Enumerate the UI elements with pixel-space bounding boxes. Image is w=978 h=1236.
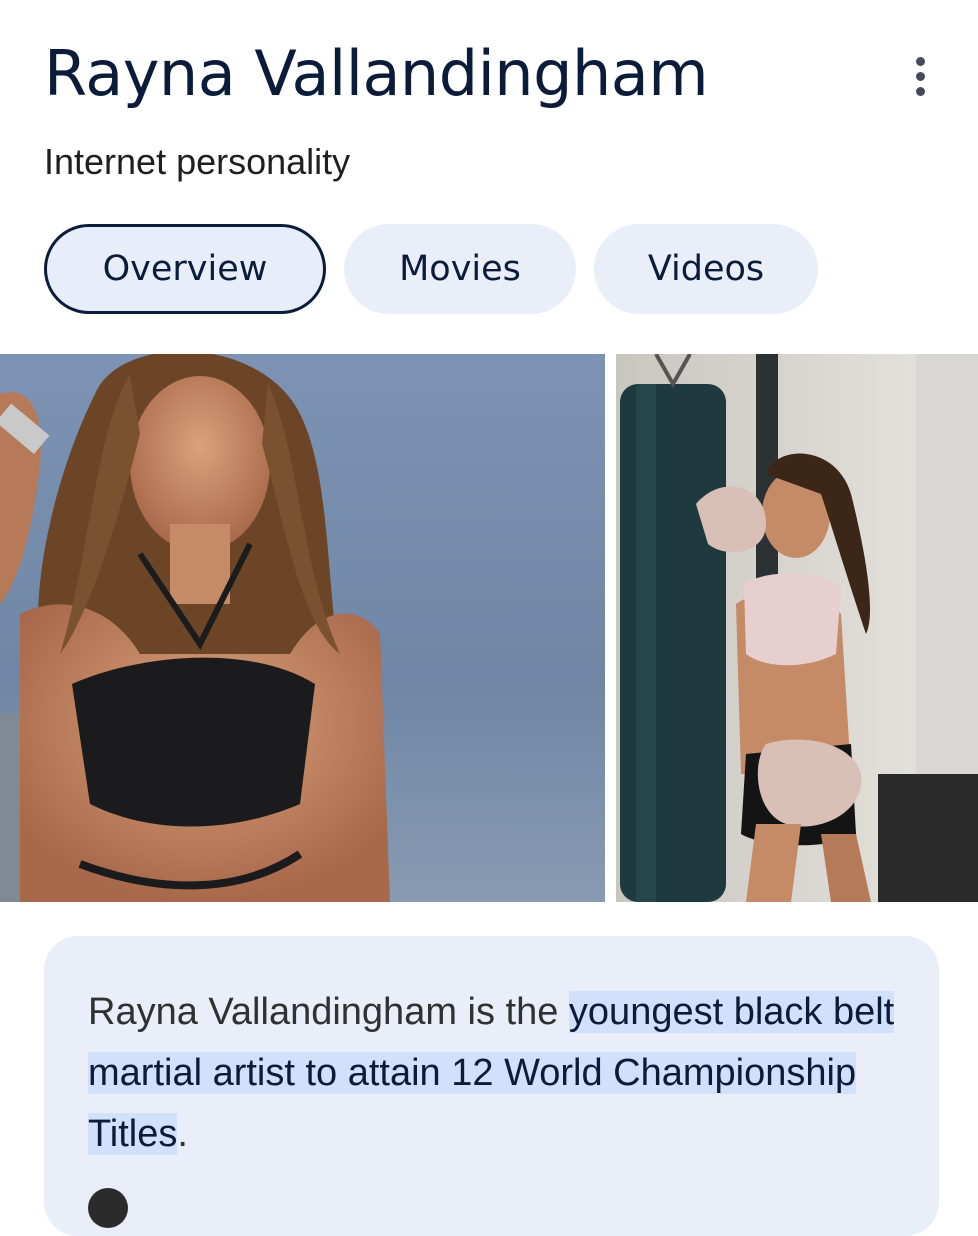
- description-text: Rayna Vallandingham is the youngest blac…: [88, 982, 898, 1165]
- more-vert-icon: [915, 56, 925, 66]
- more-options-button[interactable]: [896, 52, 944, 100]
- photo-boxing-gym: [616, 354, 978, 902]
- more-vert-icon-dot: [915, 71, 925, 81]
- entity-title: Rayna Vallandingham: [44, 37, 709, 110]
- tab-videos[interactable]: Videos: [594, 224, 818, 314]
- description-card: Rayna Vallandingham is the youngest blac…: [44, 936, 939, 1236]
- photo-portrait-sky: [0, 354, 605, 902]
- description-end: .: [177, 1113, 188, 1155]
- more-vert-icon-dot: [915, 86, 925, 96]
- entity-subtitle: Internet personality: [44, 141, 351, 182]
- source-favicon-icon[interactable]: [88, 1188, 128, 1228]
- description-plain: Rayna Vallandingham is the: [88, 991, 569, 1033]
- image-result-2[interactable]: [616, 354, 978, 902]
- tab-movies[interactable]: Movies: [344, 224, 576, 314]
- tab-overview[interactable]: Overview: [44, 224, 326, 314]
- image-result-1[interactable]: [0, 354, 605, 902]
- tab-bar: Overview Movies Videos: [44, 224, 818, 314]
